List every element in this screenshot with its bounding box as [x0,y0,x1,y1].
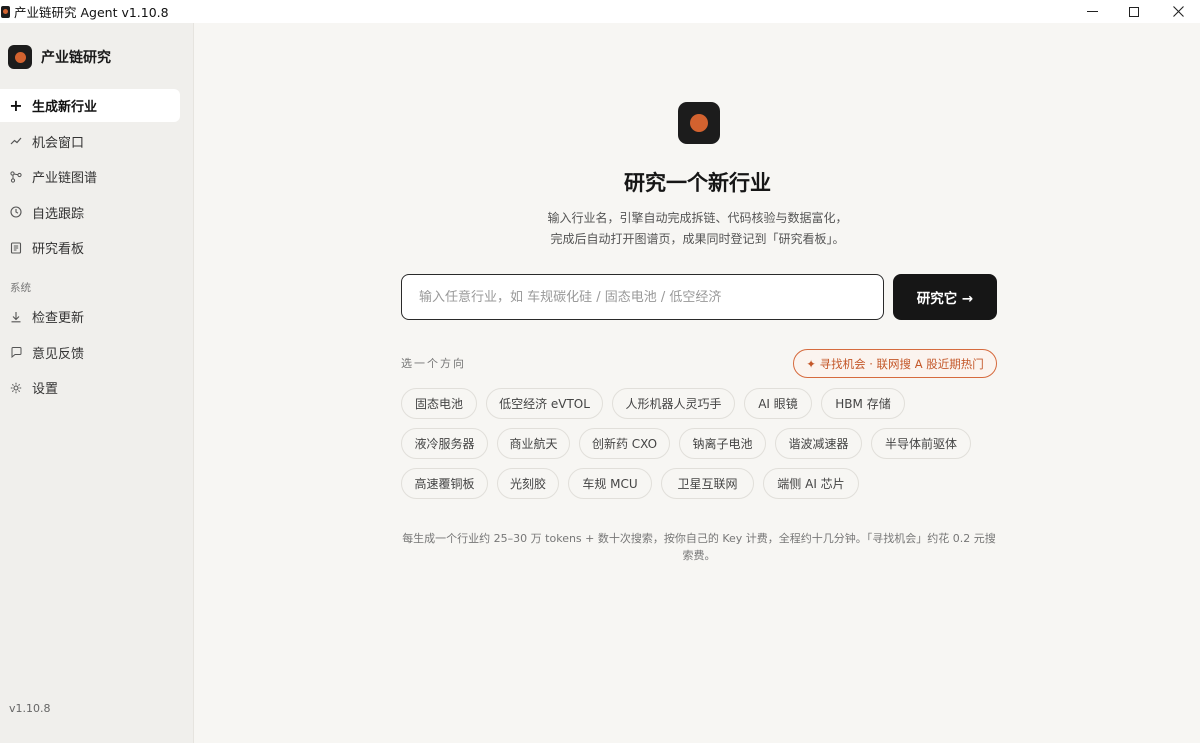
direction-chip[interactable]: 低空经济 eVTOL [486,388,603,419]
sidebar-item-research-board[interactable]: 研究看板 [0,231,180,264]
research-button[interactable]: 研究它 → [893,274,997,320]
sidebar-item-label: 意见反馈 [32,346,85,362]
direction-chip[interactable]: 创新药 CXO [579,428,670,459]
direction-chip[interactable]: 人形机器人灵巧手 [612,388,735,419]
chip-row-3: 高速覆铜板 光刻胶 车规 MCU 卫星互联网 端侧 AI 芯片 [401,468,868,499]
sidebar-item-label: 机会窗口 [32,135,85,151]
industry-search-box [401,274,884,320]
chip-row-1: 固态电池 低空经济 eVTOL 人形机器人灵巧手 AI 眼镜 HBM 存储 [401,388,914,419]
direction-chip[interactable]: 钠离子电池 [679,428,766,459]
download-icon [10,311,22,323]
subtitle-line-1: 输入行业名，引擎自动完成拆链、代码核验与数据富化， [547,211,848,225]
close-icon [1172,6,1184,17]
window-titlebar: 产业链研究 Agent v1.10.8 [0,0,1200,23]
sidebar-item-label: 生成新行业 [32,100,98,115]
hero-logo-icon [678,102,720,144]
app-icon [1,5,10,18]
chat-bubble-icon [10,346,22,358]
direction-chip[interactable]: HBM 存储 [821,388,905,419]
brand[interactable]: 产业链研究 [8,45,111,69]
sidebar-item-new-industry[interactable]: + 生成新行业 [0,89,180,122]
direction-chip[interactable]: 端侧 AI 芯片 [763,468,859,499]
direction-chip[interactable]: 高速覆铜板 [401,468,488,499]
direction-label: 选一个方向 [401,357,466,370]
sidebar-item-chain-graph[interactable]: 产业链图谱 [0,160,180,193]
minimize-button[interactable] [1070,0,1114,23]
cost-footnote: 每生成一个行业约 25–30 万 tokens + 数十次搜索，按你自己的 Ke… [402,532,996,562]
direction-chip[interactable]: AI 眼镜 [744,388,812,419]
brand-logo-icon [8,45,32,69]
direction-chip[interactable]: 商业航天 [497,428,570,459]
version-label: v1.10.8 [9,702,51,715]
close-button[interactable] [1156,0,1200,23]
sidebar-item-label: 自选跟踪 [32,206,85,222]
sidebar-item-check-update[interactable]: 检查更新 [0,300,180,333]
main-content: 研究一个新行业 输入行业名，引擎自动完成拆链、代码核验与数据富化， 完成后自动打… [195,23,1200,743]
direction-chip[interactable]: 谐波减速器 [775,428,862,459]
sidebar-item-feedback[interactable]: 意见反馈 [0,336,180,369]
industry-search-input[interactable] [419,289,883,305]
subtitle-line-2: 完成后自动打开图谱页，成果同时登记到「研究看板」。 [550,232,845,246]
section-label-system: 系统 [10,282,31,294]
direction-chip[interactable]: 卫星互联网 [661,468,754,499]
gear-icon [10,382,22,394]
page-subtitle: 输入行业名，引擎自动完成拆链、代码核验与数据富化， 完成后自动打开图谱页，成果同… [195,208,1200,250]
window-title: 产业链研究 Agent v1.10.8 [14,5,169,20]
trend-line-icon [10,135,22,147]
plus-icon: + [9,96,23,115]
graph-nodes-icon [10,170,22,183]
maximize-button[interactable] [1112,0,1156,23]
direction-chip[interactable]: 光刻胶 [497,468,559,499]
direction-chip[interactable]: 车规 MCU [568,468,652,499]
sidebar: 产业链研究 + 生成新行业 机会窗口 产业链图谱 自选跟踪 研究看板 系统 检查… [0,23,194,743]
minimize-icon [1086,11,1098,12]
clock-icon [10,206,22,218]
find-opportunity-button[interactable]: ✦ 寻找机会 · 联网搜 A 股近期热门 [793,349,997,378]
direction-chip[interactable]: 半导体前驱体 [871,428,971,459]
direction-chip[interactable]: 液冷服务器 [401,428,488,459]
direction-chip[interactable]: 固态电池 [401,388,477,419]
sidebar-item-settings[interactable]: 设置 [0,371,180,404]
main-nav: + 生成新行业 机会窗口 产业链图谱 自选跟踪 研究看板 [0,89,194,264]
page-title: 研究一个新行业 [624,171,771,195]
sidebar-item-opportunities[interactable]: 机会窗口 [0,125,180,158]
board-icon [10,241,22,254]
sidebar-item-label: 设置 [32,382,59,397]
system-nav: 检查更新 意见反馈 设置 [0,300,194,404]
sidebar-item-label: 产业链图谱 [32,171,98,186]
sidebar-item-label: 检查更新 [32,311,85,326]
maximize-icon [1129,6,1139,17]
sidebar-item-watchlist[interactable]: 自选跟踪 [0,196,180,229]
chip-row-2: 液冷服务器 商业航天 创新药 CXO 钠离子电池 谐波减速器 半导体前驱体 [401,428,980,459]
sidebar-item-label: 研究看板 [32,242,85,257]
brand-name: 产业链研究 [41,50,111,66]
